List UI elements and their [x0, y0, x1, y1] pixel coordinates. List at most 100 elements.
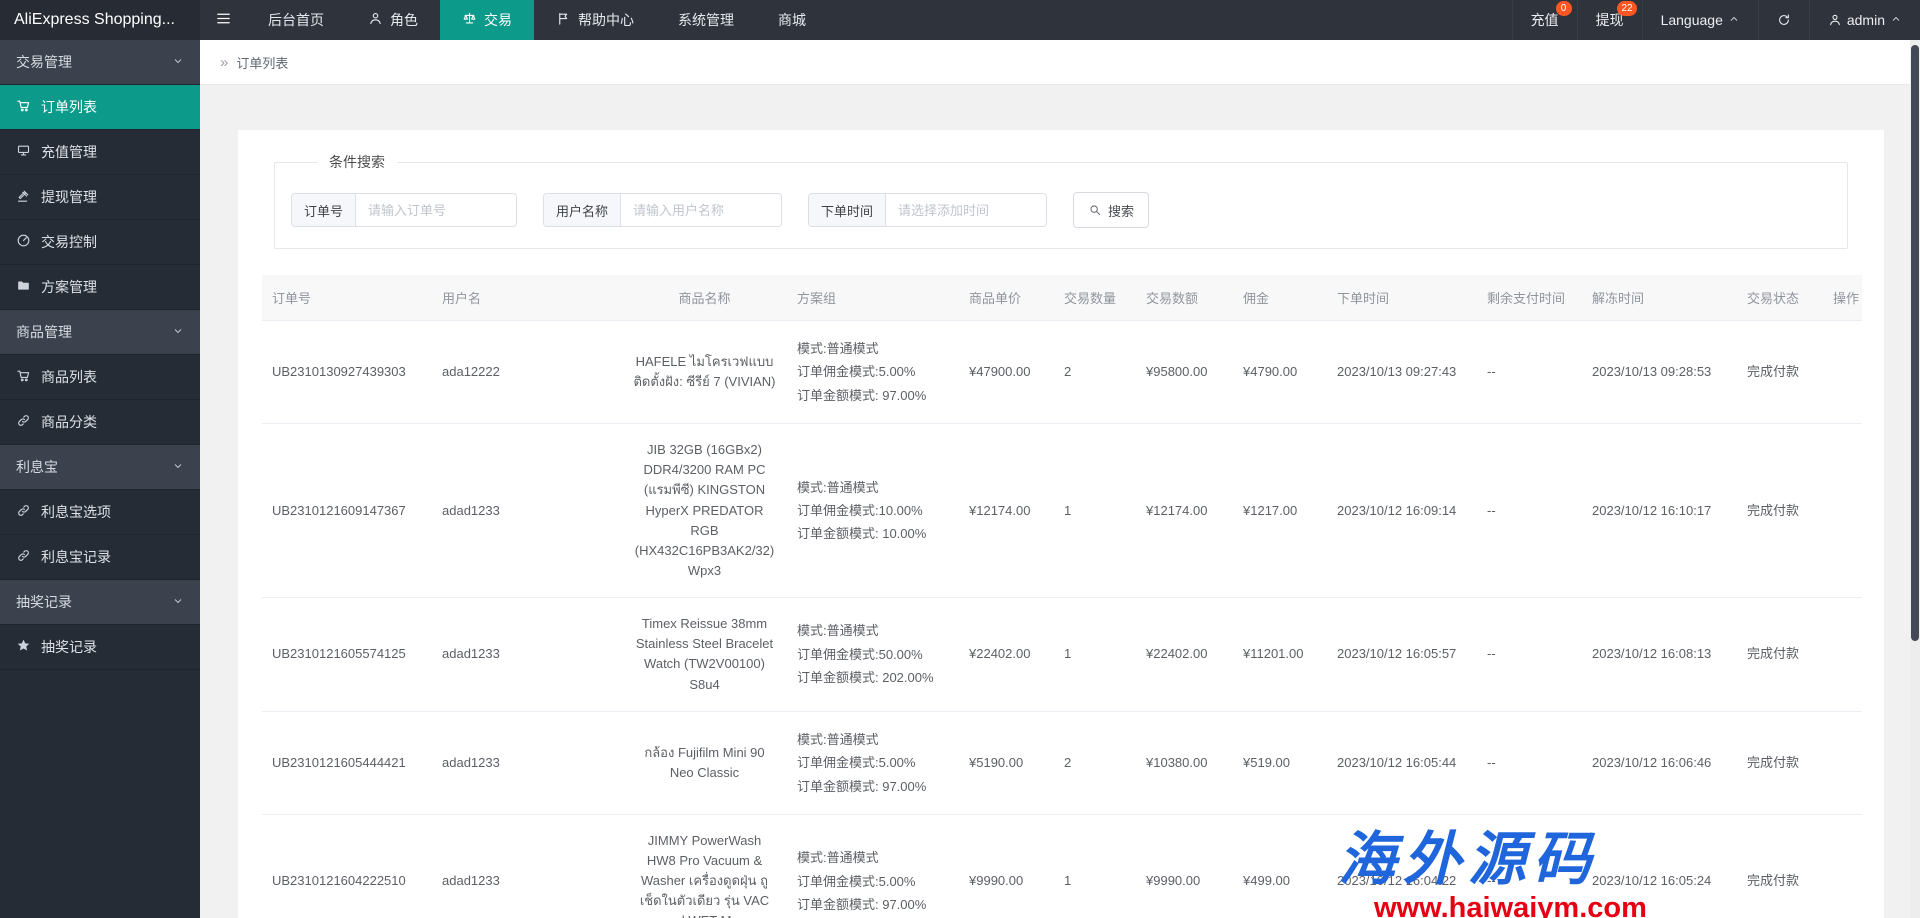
- order-time-input[interactable]: [886, 194, 1047, 226]
- cell-commission: ¥499.00: [1233, 814, 1327, 918]
- nav-language[interactable]: Language: [1641, 0, 1758, 40]
- nav-item-1[interactable]: 角色: [346, 0, 440, 40]
- username-filter: 用户名称: [543, 193, 783, 227]
- sidebar-item-5[interactable]: 方案管理: [0, 265, 200, 310]
- cell-quantity: 2: [1054, 711, 1136, 815]
- cell-amount: ¥22402.00: [1136, 597, 1233, 712]
- link-icon: [16, 413, 31, 430]
- nav-user-menu[interactable]: admin: [1808, 0, 1920, 40]
- sidebar-item-label: 交易控制: [41, 234, 97, 250]
- sidebar-item-1[interactable]: 订单列表: [0, 85, 200, 130]
- column-header-order_no: 订单号: [262, 275, 432, 321]
- table-row-1: UB2310121609147367 adad1233 JIB 32GB (16GB…: [262, 423, 1862, 599]
- cell-actions: [1823, 423, 1862, 599]
- cell-unfreeze_time: 2023/10/13 09:28:53: [1582, 320, 1737, 425]
- board-icon: [16, 143, 31, 160]
- cell-unit_price: ¥5190.00: [959, 711, 1054, 815]
- sidebar-item-label: 利息宝选项: [41, 504, 111, 520]
- page-title: 订单列表: [236, 55, 289, 71]
- scales-icon: [462, 11, 477, 28]
- withdraw-badge: 22: [1617, 1, 1637, 16]
- nav-item-label: 商城: [778, 12, 806, 28]
- sidebar-item-2[interactable]: 充值管理: [0, 130, 200, 175]
- plan-amount-text: 订单金额模式: 97.00%: [797, 896, 927, 912]
- sidebar-item-11[interactable]: 利息宝记录: [0, 535, 200, 580]
- username-input[interactable]: [621, 194, 782, 226]
- refresh-icon: [1777, 12, 1791, 28]
- sidebar-item-label: 商品列表: [41, 369, 97, 385]
- cell-unfreeze_time: 2023/10/12 16:10:17: [1582, 423, 1737, 599]
- sidebar-group-12[interactable]: 抽奖记录: [0, 580, 200, 625]
- sidebar-group-label: 抽奖记录: [16, 594, 72, 610]
- plan-amount-text: 订单金额模式: 10.00%: [797, 526, 927, 542]
- column-header-quantity: 交易数量: [1054, 275, 1136, 321]
- sidebar-item-7[interactable]: 商品列表: [0, 355, 200, 400]
- sidebar-item-8[interactable]: 商品分类: [0, 400, 200, 445]
- nav-item-0[interactable]: 后台首页: [246, 0, 346, 40]
- cell-unit_price: ¥9990.00: [959, 814, 1054, 918]
- sidebar-toggle-button[interactable]: [200, 0, 246, 40]
- plan-commission-text: 订单佣金模式:5.00%: [797, 755, 916, 771]
- cell-plan: 模式:普通模式 订单佣金模式:10.00% 订单金额模式: 10.00%: [787, 423, 959, 599]
- column-header-plan: 方案组: [787, 275, 959, 321]
- sidebar-group-9[interactable]: 利息宝: [0, 445, 200, 490]
- sidebar-group-label: 交易管理: [16, 54, 72, 70]
- column-header-commission: 佣金: [1233, 275, 1327, 321]
- cell-order_time: 2023/10/12 16:09:14: [1327, 423, 1477, 599]
- plan-mode-text: 模式:普通模式: [797, 341, 879, 356]
- sidebar-group-0[interactable]: 交易管理: [0, 40, 200, 85]
- column-header-order_time: 下单时间: [1327, 275, 1477, 321]
- sidebar-item-13[interactable]: 抽奖记录: [0, 625, 200, 670]
- nav-recharge[interactable]: 充值 0: [1511, 0, 1577, 40]
- gavel-icon: [16, 188, 31, 205]
- cell-unit_price: ¥47900.00: [959, 320, 1054, 425]
- cell-order_time: 2023/10/12 16:05:44: [1327, 711, 1477, 815]
- plan-mode-text: 模式:普通模式: [797, 850, 879, 866]
- cell-status: 完成付款: [1737, 814, 1823, 918]
- sidebar-item-label: 充值管理: [41, 144, 97, 160]
- cart-icon: [16, 98, 31, 115]
- content-area: 条件搜索 订单号 用户名称 下单时间: [200, 85, 1920, 918]
- plan-commission-text: 订单佣金模式:5.00%: [797, 873, 916, 889]
- plan-mode-text: 模式:普通模式: [797, 731, 879, 747]
- filter-fieldset: 条件搜索 订单号 用户名称 下单时间: [274, 152, 1848, 249]
- sidebar-item-label: 提现管理: [41, 189, 97, 205]
- table-header-row: 订单号 用户名 商品名称 方案组 商品单价 交易数量 交易数额 佣金 下单时间 剩余支付时间 解冻时…: [262, 275, 1862, 321]
- cell-remaining_pay_time: --: [1477, 711, 1582, 815]
- sidebar-item-label: 利息宝记录: [41, 549, 111, 565]
- cell-quantity: 1: [1054, 814, 1136, 918]
- cell-plan: 模式:普通模式订单佣金模式:5.00% 订单金额模式: 97.00%: [787, 814, 959, 918]
- order-no-input[interactable]: [356, 194, 517, 226]
- cell-remaining_pay_time: --: [1477, 597, 1582, 712]
- nav-item-2[interactable]: 交易: [440, 0, 534, 40]
- flag-icon: [556, 11, 571, 28]
- sidebar-item-label: 方案管理: [41, 279, 97, 295]
- scrollbar-thumb[interactable]: [1911, 45, 1919, 641]
- cell-unfreeze_time: 2023/10/12 16:08:13: [1582, 597, 1737, 712]
- cell-order_time: 2023/10/12 16:05:57: [1327, 597, 1477, 712]
- table-row-4: UB2310121604222510 adad1233 JIMMY PowerWas…: [262, 814, 1862, 918]
- table-row-3: UB2310121605444421 adad1233 กล้อง Fujifilm…: [262, 711, 1862, 815]
- nav-right: 充值 0 提现 22 Language admin: [1511, 0, 1920, 40]
- sidebar-item-4[interactable]: 交易控制: [0, 220, 200, 265]
- sidebar-item-3[interactable]: 提现管理: [0, 175, 200, 220]
- cell-order_no: UB2310121605574125: [262, 597, 432, 712]
- search-button[interactable]: 搜索: [1073, 192, 1150, 228]
- search-icon: [1088, 202, 1102, 218]
- column-header-amount: 交易数额: [1136, 275, 1233, 321]
- nav-item-4[interactable]: 系统管理: [656, 0, 756, 40]
- nav-withdraw[interactable]: 提现 22: [1576, 0, 1642, 40]
- cell-remaining_pay_time: --: [1477, 814, 1582, 918]
- nav-item-3[interactable]: 帮助中心: [534, 0, 656, 40]
- cell-product: JIMMY PowerWash HW8 Pro Vacuum & Washer …: [622, 814, 787, 918]
- sidebar-group-6[interactable]: 商品管理: [0, 310, 200, 355]
- cell-quantity: 2: [1054, 320, 1136, 425]
- cell-order_time: 2023/10/12 16:04:22: [1327, 814, 1477, 918]
- sidebar-item-10[interactable]: 利息宝选项: [0, 490, 200, 535]
- chevron-down-icon: [172, 595, 184, 609]
- search-button-label: 搜索: [1108, 203, 1135, 219]
- nav-refresh[interactable]: [1757, 0, 1809, 40]
- nav-item-5[interactable]: 商城: [756, 0, 828, 40]
- plan-commission-text: 订单佣金模式:5.00%: [797, 364, 916, 380]
- gauge-icon: [16, 233, 31, 250]
